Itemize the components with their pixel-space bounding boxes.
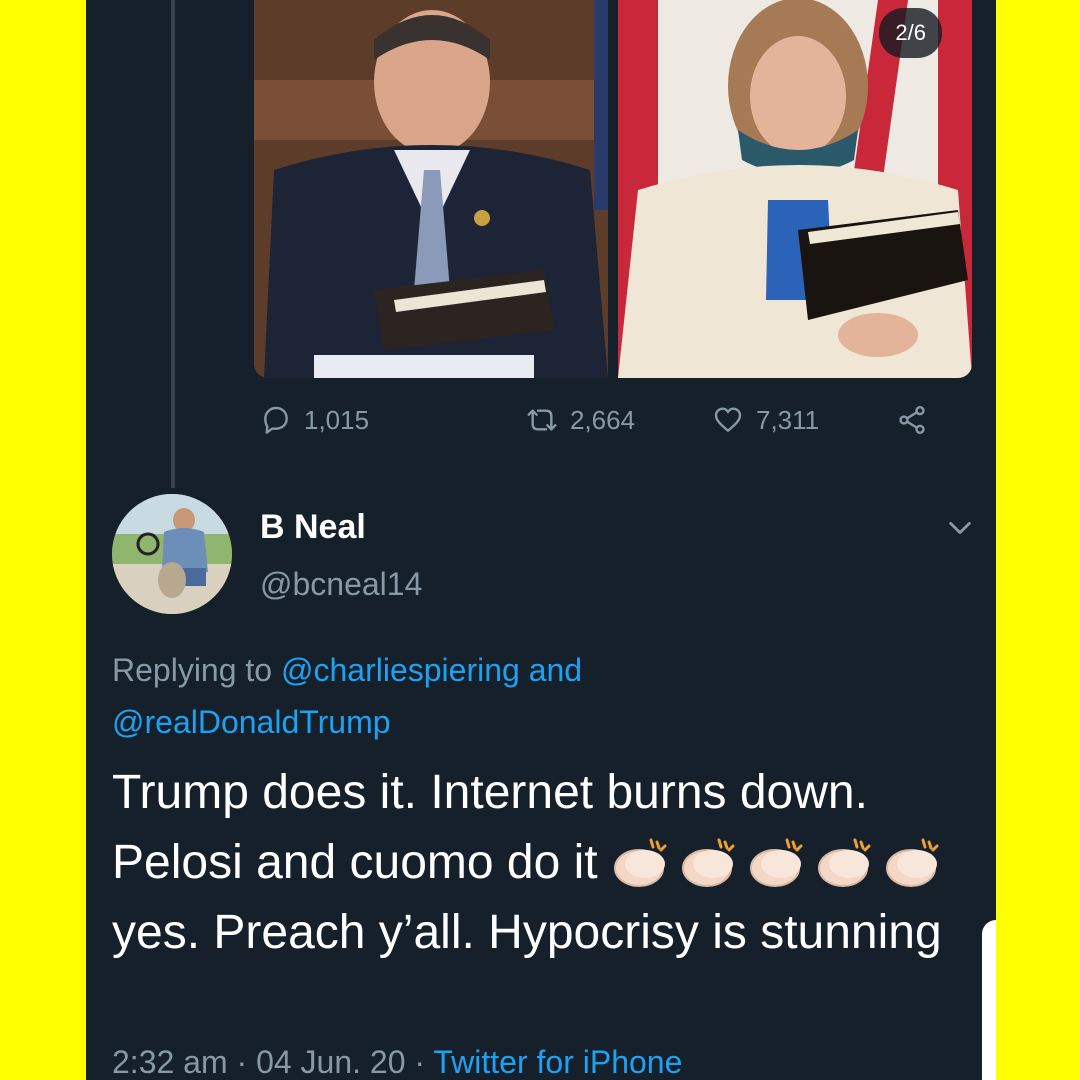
mention-joiner: and: [528, 652, 583, 688]
clapping-hands-icon: [613, 838, 667, 888]
clapping-hands-icon: [749, 838, 803, 888]
tweet-photo-1[interactable]: [254, 0, 608, 378]
tweet-time: 2:32 am: [112, 1044, 228, 1080]
image-counter-badge: 2/6: [879, 8, 942, 58]
thread-line: [171, 0, 175, 488]
tweet-timestamp-line: 2:32 am · 04 Jun. 20 · Twitter for iPhon…: [112, 1044, 683, 1080]
user-display-name[interactable]: B Neal: [260, 508, 366, 547]
retweet-button[interactable]: 2,664: [526, 404, 635, 436]
mention-link-charliespiering[interactable]: @charliespiering: [281, 652, 520, 688]
edge-panel: [982, 920, 996, 1080]
clapping-emoji-group: [611, 836, 951, 889]
avatar[interactable]: [112, 494, 232, 614]
like-button[interactable]: 7,311: [712, 404, 819, 436]
share-icon: [899, 406, 925, 434]
tweet-date: 04 Jun. 20: [256, 1044, 406, 1080]
photo-man-reading: [254, 0, 608, 378]
tweet-photo-2[interactable]: 2/6: [618, 0, 972, 378]
retweet-count: 2,664: [570, 404, 636, 435]
avatar-photo: [112, 494, 232, 614]
replying-to-label: Replying to: [112, 652, 273, 688]
like-count: 7,311: [756, 404, 820, 435]
reply-button[interactable]: 1,015: [260, 404, 369, 436]
retweet-icon: [527, 409, 557, 431]
user-handle[interactable]: @bcneal14: [260, 566, 422, 603]
replying-to-line: Replying to @charliespiering and @realDo…: [112, 644, 972, 748]
chevron-down-icon[interactable]: [946, 514, 974, 542]
heart-icon: [714, 407, 742, 432]
clapping-hands-icon: [681, 838, 735, 888]
share-button[interactable]: [896, 404, 940, 436]
tweet-action-bar: 1,015 2,664 7,311: [256, 404, 976, 448]
reply-count: 1,015: [304, 404, 370, 435]
clapping-hands-icon: [885, 838, 939, 888]
reply-icon: [264, 406, 288, 434]
tweet-text-part2: yes. Preach y’all. Hypocrisy is stunning: [112, 906, 942, 959]
tweet-source-link[interactable]: Twitter for iPhone: [433, 1044, 682, 1080]
tweet-body: Trump does it. Internet burns down. Pelo…: [112, 758, 972, 968]
mention-link-realdonaldtrump[interactable]: @realDonaldTrump: [112, 704, 391, 740]
clapping-hands-icon: [817, 838, 871, 888]
tweet-screen: 2/6 1,015 2,664 7,311 B Neal @bcneal14 R…: [86, 0, 996, 1080]
